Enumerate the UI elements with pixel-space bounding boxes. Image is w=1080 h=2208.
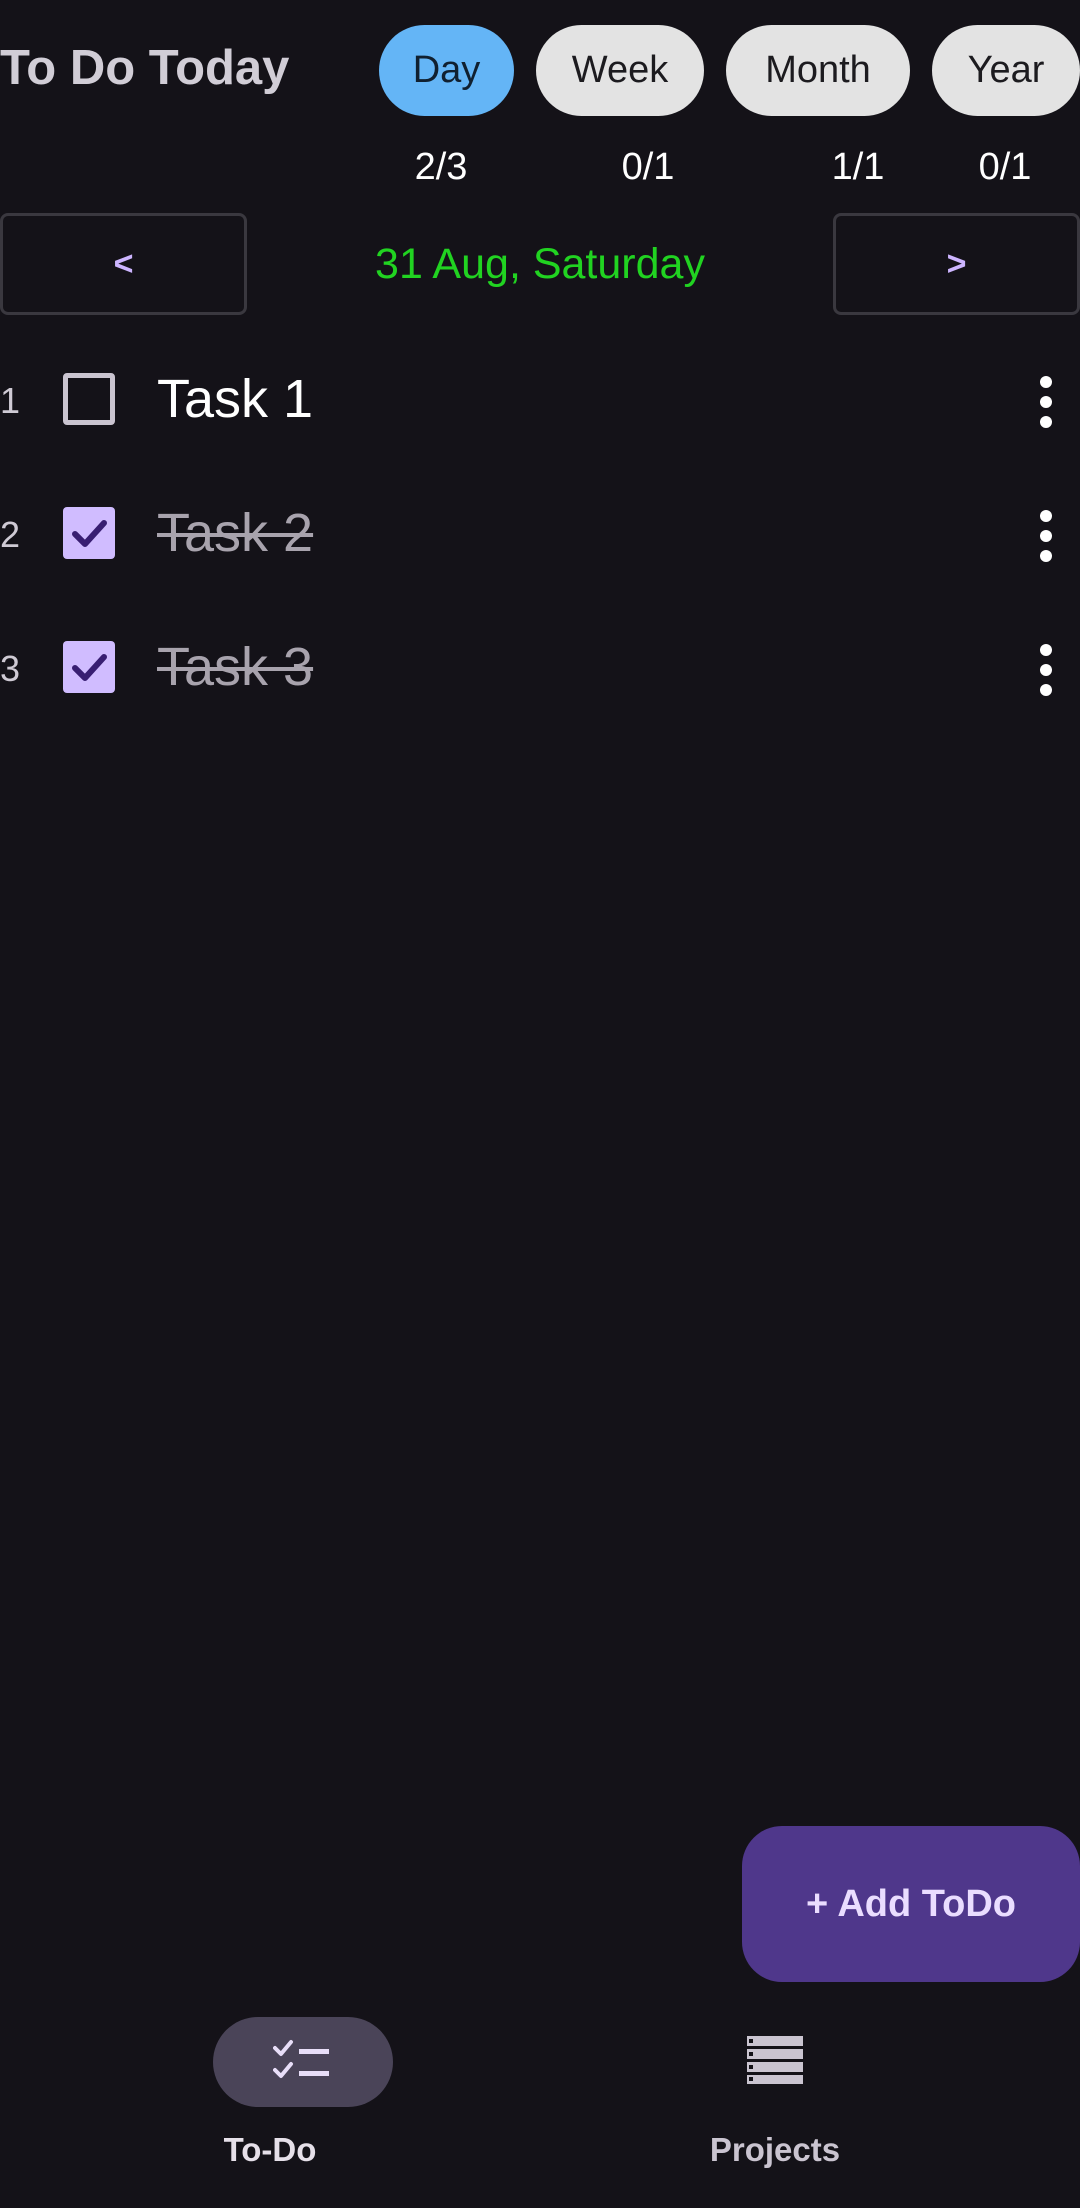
- tab-day[interactable]: Day: [379, 25, 514, 116]
- more-vert-icon[interactable]: [1028, 642, 1064, 698]
- checklist-icon: [273, 2040, 329, 2078]
- task-title[interactable]: Task 3: [157, 636, 313, 698]
- task-number: 1: [0, 380, 21, 421]
- nav-item-todo[interactable]: To-Do: [0, 2000, 540, 2208]
- add-todo-button[interactable]: + Add ToDo: [742, 1826, 1080, 1982]
- day-count: 2/3: [414, 146, 468, 188]
- tab-year[interactable]: Year: [932, 25, 1080, 116]
- task-row: 1 Task 1: [0, 340, 1080, 460]
- check-icon: [72, 654, 107, 681]
- list-stack-icon: [747, 2036, 803, 2084]
- nav-item-projects[interactable]: Projects: [505, 2000, 1045, 2208]
- task-title[interactable]: Task 2: [157, 502, 313, 564]
- week-count: 0/1: [621, 146, 675, 188]
- task-checkbox[interactable]: [63, 373, 115, 425]
- task-row: 2 Task 2: [0, 474, 1080, 594]
- task-title[interactable]: Task 1: [157, 368, 313, 430]
- nav-label-todo: To-Do: [223, 2131, 317, 2168]
- more-vert-icon[interactable]: [1028, 508, 1064, 564]
- year-count: 0/1: [978, 146, 1032, 188]
- tab-month[interactable]: Month: [726, 25, 910, 116]
- task-checkbox[interactable]: [63, 507, 115, 559]
- check-icon: [72, 520, 107, 547]
- tab-week[interactable]: Week: [536, 25, 704, 116]
- task-number: 3: [0, 648, 21, 689]
- month-count: 1/1: [831, 146, 885, 188]
- prev-date-button[interactable]: <: [0, 213, 247, 315]
- app-title: To Do Today: [0, 41, 290, 95]
- task-number: 2: [0, 514, 21, 555]
- task-checkbox[interactable]: [63, 641, 115, 693]
- nav-label-projects: Projects: [709, 2131, 841, 2168]
- more-vert-icon[interactable]: [1028, 374, 1064, 430]
- bottom-navigation: To-Do Projects: [0, 2000, 1080, 2208]
- task-row: 3 Task 3: [0, 608, 1080, 728]
- next-date-button[interactable]: >: [833, 213, 1080, 315]
- current-date: 31 Aug, Saturday: [375, 240, 705, 288]
